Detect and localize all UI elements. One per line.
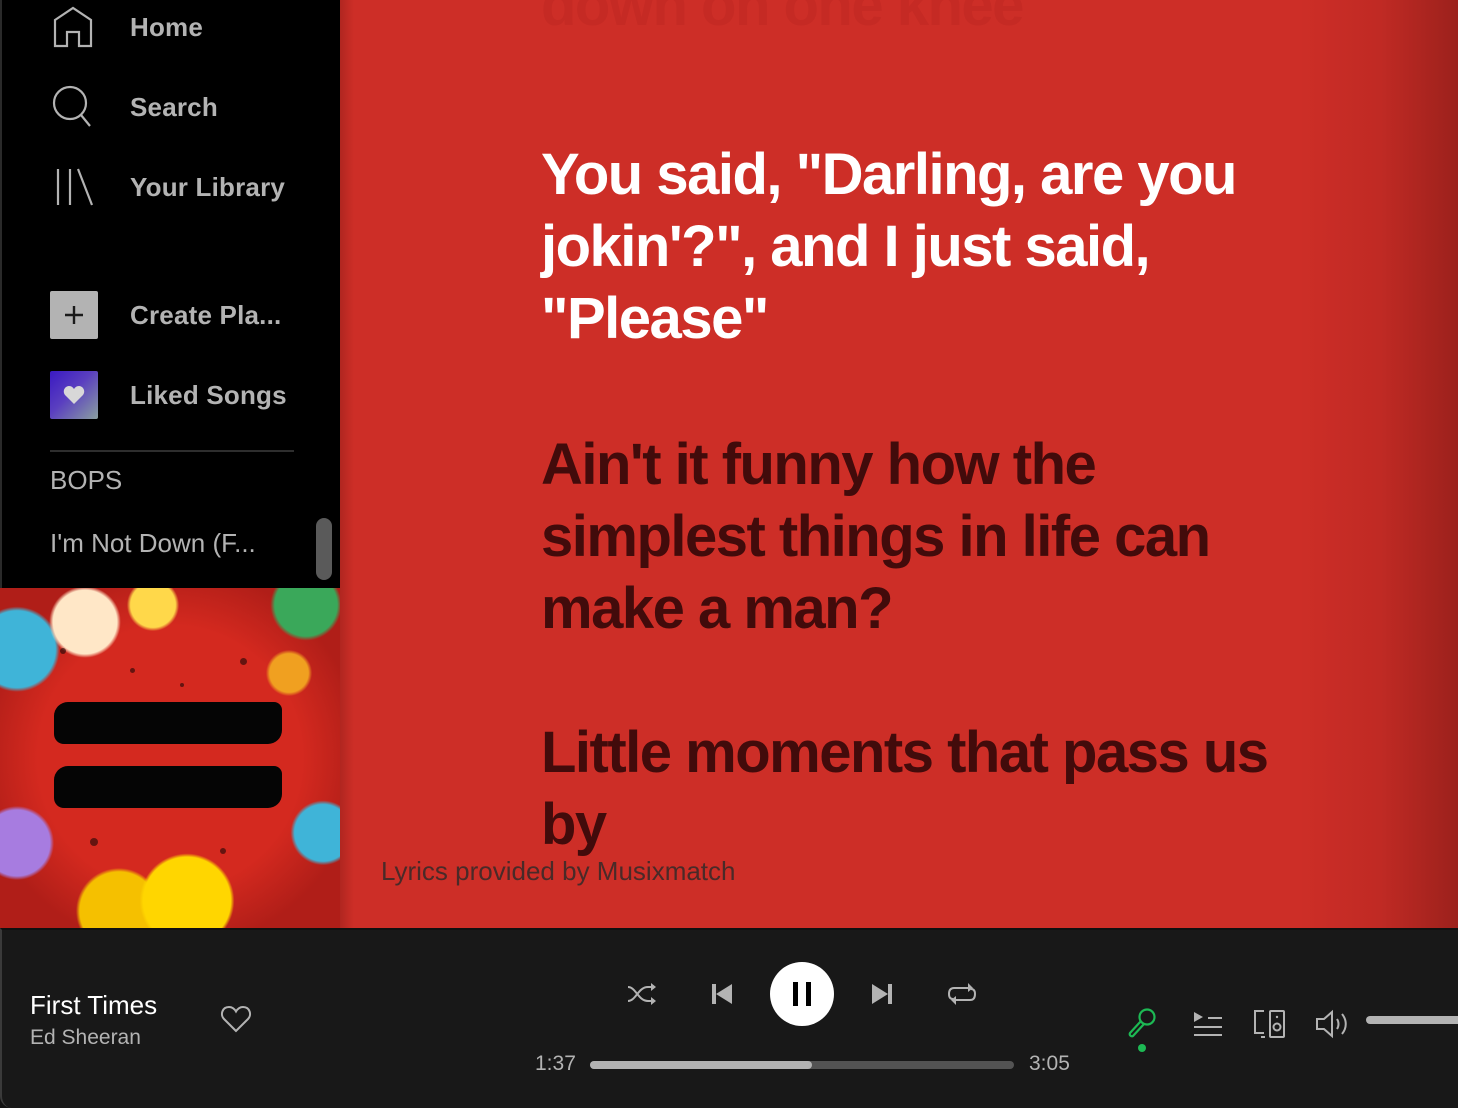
next-button[interactable] [862, 974, 902, 1014]
sidebar-divider [50, 450, 294, 452]
queue-icon [1194, 1012, 1222, 1036]
sidebar-item-label: Home [130, 11, 204, 42]
album-texture [240, 658, 247, 665]
sidebar-item-home[interactable]: Home [50, 2, 203, 52]
connect-device-button[interactable] [1250, 1004, 1290, 1044]
volume-icon [1316, 1009, 1347, 1039]
lyric-line-upcoming[interactable]: Ain't it funny how the simplest things i… [541, 429, 1271, 645]
shuffle-button[interactable] [622, 974, 662, 1014]
lyrics-panel: down on one knee You said, "Darling, are… [340, 0, 1458, 928]
queue-button[interactable] [1188, 1004, 1228, 1044]
plus-icon [50, 291, 98, 339]
lyric-line-upcoming[interactable]: Little moments that pass us by [541, 717, 1271, 861]
album-equals-bar [54, 702, 282, 744]
playlist-section-label: BOPS [50, 465, 123, 495]
album-texture [90, 838, 98, 846]
previous-button[interactable] [702, 974, 742, 1014]
liked-songs-label: Liked Songs [130, 379, 287, 410]
heart-icon [50, 371, 98, 419]
sidebar-item-search[interactable]: Search [50, 82, 218, 132]
lyrics-button[interactable] [1122, 1004, 1162, 1044]
lyric-line-active[interactable]: You said, "Darling, are you jokin'?", an… [541, 139, 1271, 355]
lyric-line-past[interactable]: down on one knee [541, 0, 1271, 42]
progress-fill [590, 1061, 813, 1069]
album-texture [130, 668, 135, 673]
player-bar: First Times Ed Sheeran 1:37 3:05 [0, 928, 1458, 1108]
heart-outline-icon [220, 1005, 252, 1033]
shuffle-icon [627, 983, 656, 1005]
repeat-button[interactable] [942, 974, 982, 1014]
lyrics-attribution: Lyrics provided by Musixmatch [381, 856, 736, 886]
create-playlist-button[interactable]: Create Pla... [50, 290, 281, 340]
album-texture [220, 848, 226, 854]
like-button[interactable] [220, 1004, 260, 1040]
library-icon [50, 164, 96, 210]
track-artist[interactable]: Ed Sheeran [30, 1026, 141, 1050]
pause-button[interactable] [770, 962, 834, 1026]
current-time: 1:37 [535, 1052, 576, 1075]
sidebar-item-label: Your Library [130, 171, 286, 202]
search-icon [50, 84, 96, 130]
liked-songs-button[interactable]: Liked Songs [50, 370, 287, 420]
total-time: 3:05 [1029, 1052, 1070, 1075]
album-texture [180, 683, 184, 687]
album-equals-bar [54, 766, 282, 808]
pause-icon [793, 982, 811, 1006]
create-playlist-label: Create Pla... [130, 299, 282, 330]
home-icon [50, 4, 96, 50]
sidebar-scrollbar[interactable] [316, 518, 332, 580]
devices-icon [1254, 1010, 1285, 1038]
volume-button[interactable] [1313, 1004, 1353, 1044]
previous-icon [712, 984, 732, 1004]
lyrics-active-indicator [1138, 1044, 1146, 1052]
progress-bar[interactable] [590, 1061, 1014, 1069]
lyrics-icon [1128, 1008, 1156, 1038]
repeat-icon [947, 983, 977, 1005]
sidebar-item-library[interactable]: Your Library [50, 162, 285, 212]
volume-slider[interactable] [1366, 1016, 1458, 1024]
next-icon [872, 984, 892, 1004]
sidebar-item-label: Search [130, 91, 218, 122]
sidebar: Home Search Your Library Create Pla... L… [0, 0, 340, 588]
playlist-item[interactable]: I'm Not Down (F... [50, 528, 256, 559]
album-texture [60, 648, 66, 654]
album-cover[interactable] [0, 588, 340, 928]
track-title[interactable]: First Times [30, 990, 157, 1021]
